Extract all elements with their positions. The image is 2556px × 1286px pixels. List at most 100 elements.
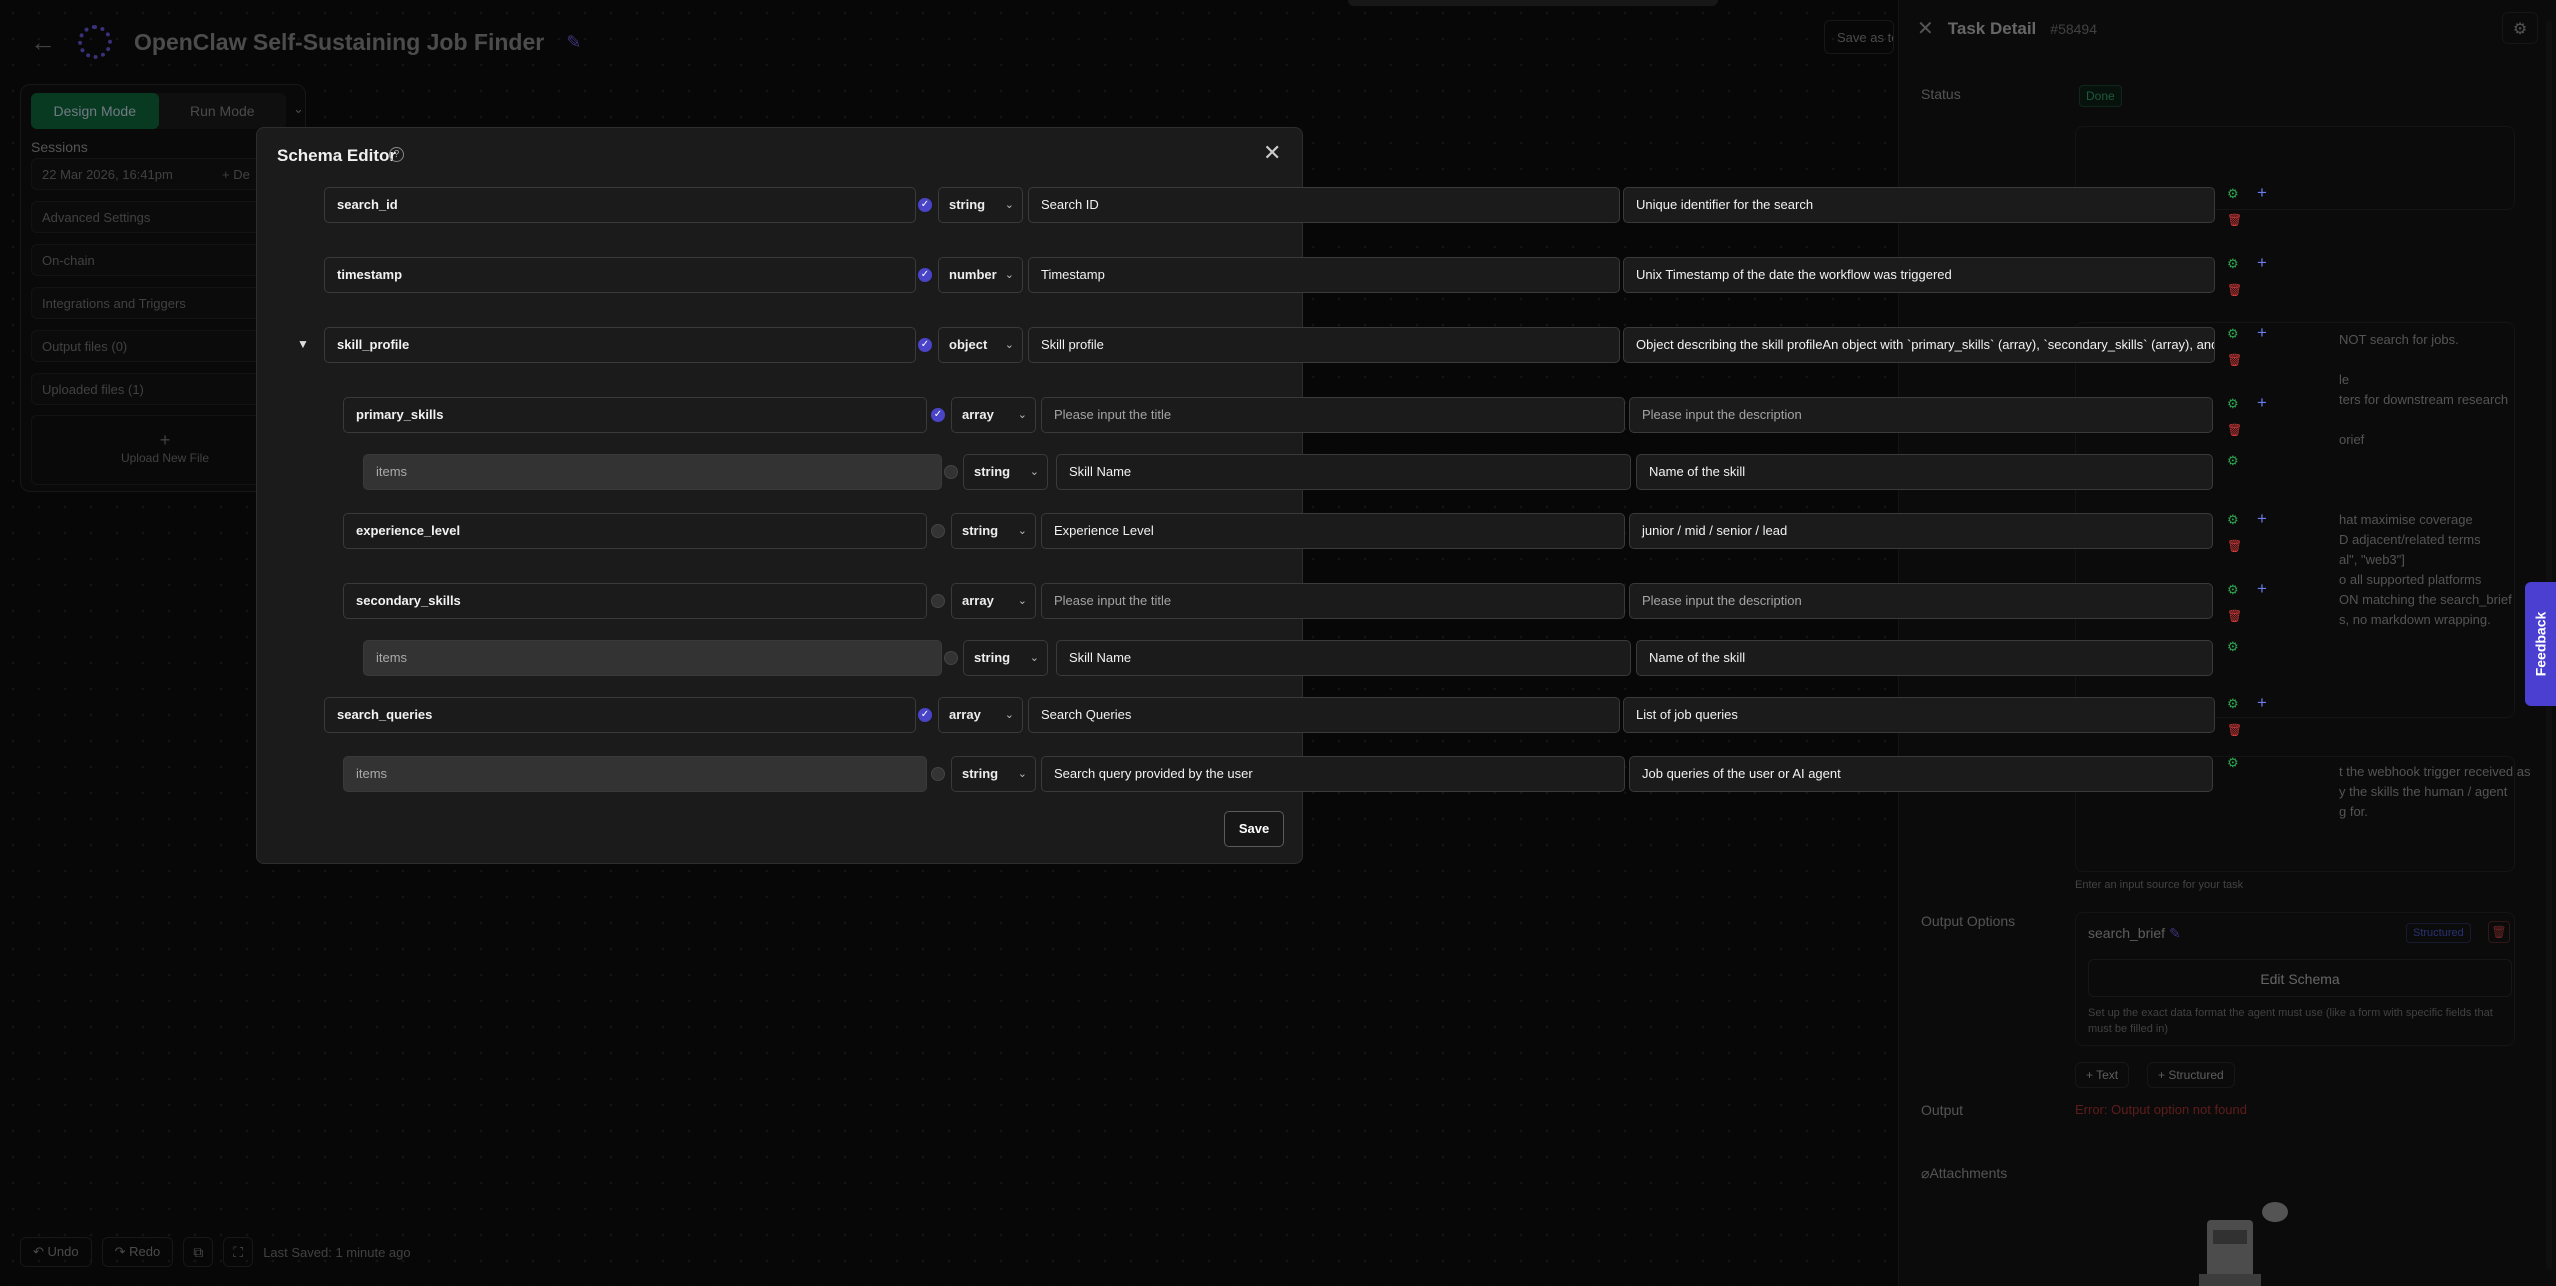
field-name-input[interactable]: secondary_skills <box>343 583 927 619</box>
field-type-select[interactable]: string ⌄ <box>963 454 1048 490</box>
field-description-input[interactable]: Name of the skill <box>1636 640 2213 676</box>
chevron-down-icon: ⌄ <box>1017 525 1027 537</box>
required-checkbox[interactable] <box>944 651 958 665</box>
field-description-input[interactable]: Unique identifier for the search <box>1623 187 2215 223</box>
field-title-input[interactable]: Timestamp <box>1028 257 1620 293</box>
field-title-input[interactable]: Skill Name <box>1056 454 1631 490</box>
trash-icon[interactable]: 🗑 <box>2227 213 2242 227</box>
field-name-input[interactable]: primary_skills <box>343 397 927 433</box>
gear-icon[interactable]: ⚙ <box>2227 453 2239 469</box>
gear-icon[interactable]: ⚙ <box>2227 696 2239 712</box>
feedback-tab[interactable]: Feedback <box>2525 582 2556 706</box>
required-checkbox[interactable]: ✓ <box>918 338 932 352</box>
gear-icon[interactable]: ⚙ <box>2227 396 2239 412</box>
schema-field-row: primary_skills ✓ array ⌄ Please input the ti… <box>257 393 2267 437</box>
field-type-value: string <box>974 464 1011 479</box>
field-description-input[interactable]: Please input the description <box>1629 583 2213 619</box>
trash-icon[interactable]: 🗑 <box>2227 353 2242 367</box>
close-icon[interactable]: ✕ <box>1263 140 1281 166</box>
required-checkbox[interactable] <box>931 594 945 608</box>
trash-icon[interactable]: 🗑 <box>2227 283 2242 297</box>
help-icon[interactable]: ? <box>389 147 404 162</box>
schema-editor-modal: Schema Editor ? ✕ search_id ✓ string ⌄ Searc… <box>256 127 2267 864</box>
chevron-down-icon: ⌄ <box>1004 339 1014 351</box>
chevron-down-icon: ⌄ <box>1004 709 1014 721</box>
field-name-input[interactable]: search_queries <box>324 697 916 733</box>
field-type-select[interactable]: array ⌄ <box>938 697 1023 733</box>
trash-icon[interactable]: 🗑 <box>2227 723 2242 737</box>
collapse-toggle-icon[interactable]: ▼ <box>297 337 309 351</box>
required-checkbox[interactable]: ✓ <box>918 708 932 722</box>
trash-icon[interactable]: 🗑 <box>2227 423 2242 437</box>
field-title-input[interactable]: Experience Level <box>1041 513 1625 549</box>
trash-icon[interactable]: 🗑 <box>2227 609 2242 623</box>
field-name-input[interactable]: items <box>363 640 942 676</box>
chevron-down-icon: ⌄ <box>1004 199 1014 211</box>
trash-icon[interactable]: 🗑 <box>2227 539 2242 553</box>
required-checkbox[interactable]: ✓ <box>918 268 932 282</box>
field-name-input[interactable]: items <box>363 454 942 490</box>
field-name-input[interactable]: items <box>343 756 927 792</box>
field-description-input[interactable]: Object describing the skill profileAn ob… <box>1623 327 2215 363</box>
field-name-input[interactable]: experience_level <box>343 513 927 549</box>
required-checkbox[interactable]: ✓ <box>931 408 945 422</box>
chevron-down-icon: ⌄ <box>1017 595 1027 607</box>
field-type-select[interactable]: string ⌄ <box>951 756 1036 792</box>
gear-icon[interactable]: ⚙ <box>2227 256 2239 272</box>
gear-icon[interactable]: ⚙ <box>2227 512 2239 528</box>
required-checkbox[interactable] <box>944 465 958 479</box>
required-checkbox[interactable]: ✓ <box>918 198 932 212</box>
add-child-plus-icon[interactable]: + <box>2257 693 2267 713</box>
field-type-select[interactable]: array ⌄ <box>951 583 1036 619</box>
gear-icon[interactable]: ⚙ <box>2227 326 2239 342</box>
field-type-value: string <box>962 523 999 538</box>
field-type-select[interactable]: object ⌄ <box>938 327 1023 363</box>
field-description-input[interactable]: junior / mid / senior / lead <box>1629 513 2213 549</box>
add-child-plus-icon[interactable]: + <box>2257 579 2267 599</box>
field-description-input[interactable]: Unix Timestamp of the date the workflow … <box>1623 257 2215 293</box>
schema-field-row: experience_level string ⌄ Experience Level j… <box>257 509 2267 553</box>
gear-icon[interactable]: ⚙ <box>2227 186 2239 202</box>
required-checkbox[interactable] <box>931 524 945 538</box>
field-title-input[interactable]: Search query provided by the user <box>1041 756 1625 792</box>
gear-icon[interactable]: ⚙ <box>2227 582 2239 598</box>
schema-editor-title: Schema Editor <box>277 146 397 165</box>
field-description-input[interactable]: Job queries of the user or AI agent <box>1629 756 2213 792</box>
required-checkbox[interactable] <box>931 767 945 781</box>
add-child-plus-icon[interactable]: + <box>2257 509 2267 529</box>
field-type-value: array <box>949 707 981 722</box>
field-name-input[interactable]: skill_profile <box>324 327 916 363</box>
field-type-select[interactable]: number ⌄ <box>938 257 1023 293</box>
schema-field-row: search_id ✓ string ⌄ Search ID Unique identif… <box>257 183 2267 227</box>
field-name-input[interactable]: timestamp <box>324 257 916 293</box>
field-type-select[interactable]: array ⌄ <box>951 397 1036 433</box>
chevron-down-icon: ⌄ <box>1029 466 1039 478</box>
field-type-value: array <box>962 407 994 422</box>
schema-field-row: items string ⌄ Skill Name Name of the skill ⚙ <box>257 453 2239 490</box>
feedback-label: Feedback <box>2532 611 2549 677</box>
gear-icon[interactable]: ⚙ <box>2227 755 2239 771</box>
add-child-plus-icon[interactable]: + <box>2257 393 2267 413</box>
add-child-plus-icon[interactable]: + <box>2257 323 2267 343</box>
field-description-input[interactable]: Name of the skill <box>1636 454 2213 490</box>
field-title-input[interactable]: Please input the title <box>1041 583 1625 619</box>
field-type-select[interactable]: string ⌄ <box>938 187 1023 223</box>
field-title-input[interactable]: Skill Name <box>1056 640 1631 676</box>
field-type-select[interactable]: string ⌄ <box>963 640 1048 676</box>
field-description-input[interactable]: List of job queries <box>1623 697 2215 733</box>
gear-icon[interactable]: ⚙ <box>2227 639 2239 655</box>
field-description-input[interactable]: Please input the description <box>1629 397 2213 433</box>
field-type-select[interactable]: string ⌄ <box>951 513 1036 549</box>
field-name-input[interactable]: search_id <box>324 187 916 223</box>
field-title-input[interactable]: Skill profile <box>1028 327 1620 363</box>
schema-field-row: items string ⌄ Skill Name Name of the skill ⚙ <box>257 639 2239 676</box>
add-child-plus-icon[interactable]: + <box>2257 183 2267 203</box>
chevron-down-icon: ⌄ <box>1017 768 1027 780</box>
schema-field-row: items string ⌄ Search query provided by the… <box>257 755 2239 792</box>
field-title-input[interactable]: Search Queries <box>1028 697 1620 733</box>
save-button[interactable]: Save <box>1224 811 1284 847</box>
chevron-down-icon: ⌄ <box>1004 269 1014 281</box>
field-title-input[interactable]: Search ID <box>1028 187 1620 223</box>
field-title-input[interactable]: Please input the title <box>1041 397 1625 433</box>
add-child-plus-icon[interactable]: + <box>2257 253 2267 273</box>
